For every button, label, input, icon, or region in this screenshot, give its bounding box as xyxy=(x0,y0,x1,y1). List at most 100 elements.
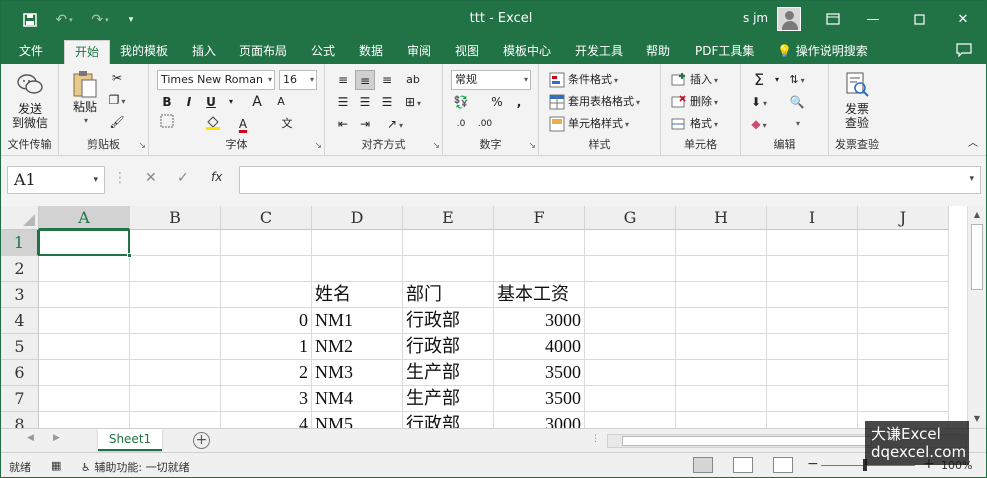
scroll-down-icon[interactable]: ▼ xyxy=(970,412,984,426)
vertical-scroll-thumb[interactable] xyxy=(971,224,983,290)
column-header-h[interactable]: H xyxy=(676,206,767,230)
align-right-icon[interactable]: ☰ xyxy=(377,92,397,112)
cell-styles-button[interactable]: 单元格样式 ▾ xyxy=(549,114,629,134)
cell-i3[interactable] xyxy=(767,282,858,308)
cell-i5[interactable] xyxy=(767,334,858,360)
cell-c7[interactable]: 3 xyxy=(221,386,312,412)
font-color-button[interactable]: A xyxy=(233,114,253,134)
column-header-g[interactable]: G xyxy=(585,206,676,230)
column-header-d[interactable]: D xyxy=(312,206,403,230)
increase-indent-icon[interactable]: ⇥ xyxy=(355,114,375,134)
page-break-view-icon[interactable] xyxy=(773,457,793,473)
cell-c4[interactable]: 0 xyxy=(221,308,312,334)
cell-i2[interactable] xyxy=(767,256,858,282)
cell-e2[interactable] xyxy=(403,256,494,282)
redo-icon[interactable]: ↷ ▾ xyxy=(85,9,115,31)
conditional-formatting-button[interactable]: 条件格式 ▾ xyxy=(549,70,618,90)
collapse-ribbon-icon[interactable]: ︿ xyxy=(963,134,983,154)
cell-d3[interactable]: 姓名 xyxy=(312,282,403,308)
orientation-icon[interactable]: ↗ ▾ xyxy=(385,114,405,134)
format-cells-button[interactable]: 格式 ▾ xyxy=(671,114,718,134)
undo-icon[interactable]: ↶ ▾ xyxy=(49,9,79,31)
cell-a6[interactable] xyxy=(39,360,130,386)
sheet-split-handle[interactable]: ⋮ xyxy=(591,434,600,444)
align-top-icon[interactable]: ≡ xyxy=(333,70,353,90)
cell-j3[interactable] xyxy=(858,282,949,308)
tab-2[interactable]: 我的模板 xyxy=(120,40,168,64)
cell-f4[interactable]: 3000 xyxy=(494,308,585,334)
cell-i4[interactable] xyxy=(767,308,858,334)
row-header-5[interactable]: 5 xyxy=(1,334,39,360)
cell-f6[interactable]: 3500 xyxy=(494,360,585,386)
cell-f5[interactable]: 4000 xyxy=(494,334,585,360)
paste-button[interactable]: 粘贴 ▾ xyxy=(67,70,103,128)
cell-c3[interactable] xyxy=(221,282,312,308)
cut-icon[interactable]: ✂ xyxy=(107,68,127,88)
cell-h6[interactable] xyxy=(676,360,767,386)
comma-style-button[interactable]: , xyxy=(509,92,529,112)
cell-i7[interactable] xyxy=(767,386,858,412)
select-all-corner[interactable] xyxy=(1,206,39,230)
cell-d5[interactable]: NM2 xyxy=(312,334,403,360)
cell-h7[interactable] xyxy=(676,386,767,412)
save-icon[interactable] xyxy=(19,9,41,31)
decrease-decimal-button[interactable]: .00 xyxy=(475,114,495,134)
font-size-select[interactable]: 16 ▾ xyxy=(279,70,317,90)
fill-color-icon[interactable] xyxy=(203,114,223,134)
cell-g8[interactable] xyxy=(585,412,676,428)
tab-5[interactable]: 公式 xyxy=(311,40,335,64)
minimize-icon[interactable]: — xyxy=(853,7,893,31)
phonetic-guide-button[interactable]: 文 xyxy=(277,114,297,134)
cell-b5[interactable] xyxy=(130,334,221,360)
cell-e1[interactable] xyxy=(403,230,494,256)
row-header-8[interactable]: 8 xyxy=(1,412,39,428)
cell-a4[interactable] xyxy=(39,308,130,334)
cell-h2[interactable] xyxy=(676,256,767,282)
cell-a8[interactable] xyxy=(39,412,130,428)
font-launcher-icon[interactable]: ↘ xyxy=(314,141,322,151)
add-sheet-icon[interactable]: + xyxy=(193,432,210,449)
tell-me-search[interactable]: 💡 操作说明搜索 xyxy=(777,42,868,59)
cell-i1[interactable] xyxy=(767,230,858,256)
cell-g2[interactable] xyxy=(585,256,676,282)
send-to-wechat-button[interactable]: 发送 到微信 xyxy=(7,72,53,130)
clear-icon[interactable]: ◆ ▾ xyxy=(749,114,769,134)
tab-6[interactable]: 数据 xyxy=(359,40,383,64)
page-layout-view-icon[interactable] xyxy=(733,457,753,473)
cell-b1[interactable] xyxy=(130,230,221,256)
insert-cells-button[interactable]: 插入 ▾ xyxy=(671,70,718,90)
format-painter-icon[interactable]: 🖌 xyxy=(107,112,127,132)
cell-g6[interactable] xyxy=(585,360,676,386)
number-launcher-icon[interactable]: ↘ xyxy=(528,141,536,151)
cell-b6[interactable] xyxy=(130,360,221,386)
vertical-scrollbar[interactable]: ▲ ▼ xyxy=(967,206,986,428)
cell-d4[interactable]: NM1 xyxy=(312,308,403,334)
column-header-i[interactable]: I xyxy=(767,206,858,230)
percent-style-button[interactable]: % xyxy=(487,92,507,112)
tab-12[interactable]: PDF工具集 xyxy=(695,40,754,64)
row-header-7[interactable]: 7 xyxy=(1,386,39,412)
customize-quick-access-icon[interactable]: ▾ xyxy=(123,9,139,31)
decrease-indent-icon[interactable]: ⇤ xyxy=(333,114,353,134)
zoom-slider[interactable] xyxy=(821,465,915,466)
column-header-f[interactable]: F xyxy=(494,206,585,230)
find-select-icon[interactable]: 🔍▾ xyxy=(787,92,807,128)
column-header-c[interactable]: C xyxy=(221,206,312,230)
cell-h3[interactable] xyxy=(676,282,767,308)
tab-4[interactable]: 页面布局 xyxy=(239,40,287,64)
align-middle-icon[interactable]: ≡ xyxy=(355,70,375,90)
accounting-format-icon[interactable]: 💱 xyxy=(451,92,471,112)
cell-d6[interactable]: NM3 xyxy=(312,360,403,386)
cell-j2[interactable] xyxy=(858,256,949,282)
cell-d2[interactable] xyxy=(312,256,403,282)
zoom-out-icon[interactable]: − xyxy=(807,456,819,472)
cell-f8[interactable]: 3000 xyxy=(494,412,585,428)
column-header-j[interactable]: J xyxy=(858,206,949,230)
fill-handle[interactable] xyxy=(127,253,132,258)
cell-a2[interactable] xyxy=(39,256,130,282)
cell-c1[interactable] xyxy=(221,230,312,256)
normal-view-icon[interactable] xyxy=(693,457,713,473)
column-header-b[interactable]: B xyxy=(130,206,221,230)
cell-h4[interactable] xyxy=(676,308,767,334)
macro-record-icon[interactable]: ▦ xyxy=(51,459,61,472)
